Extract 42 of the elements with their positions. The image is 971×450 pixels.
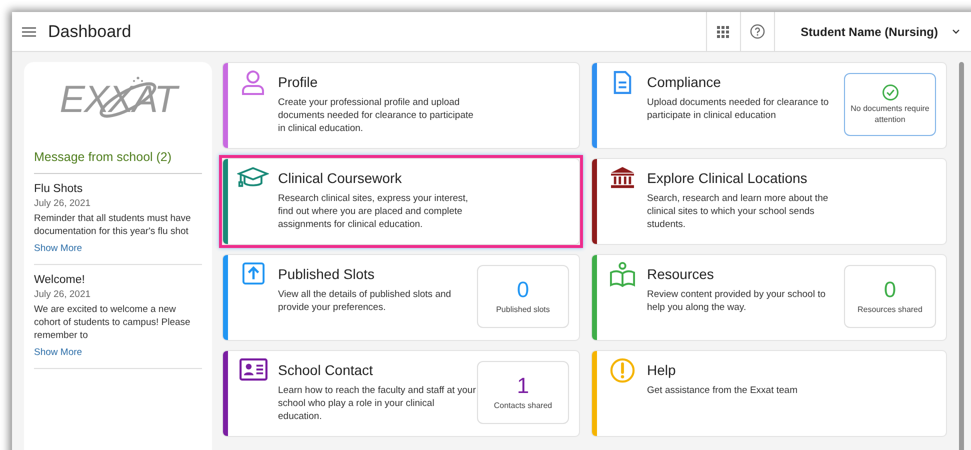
card-description: Get assistance from the Exxat team: [647, 384, 798, 397]
card-description: Research clinical sites, express your interest, find out where you are placed and complete assignments for clinical education.: [278, 192, 470, 231]
show-more-link[interactable]: Show More: [34, 347, 82, 358]
card-title: Compliance: [647, 74, 722, 90]
card-title: Published Slots: [278, 266, 376, 282]
page-title: Dashboard: [48, 22, 132, 42]
card-description: Search, research and learn more about the clinical sites to which your school sends students.: [647, 192, 830, 231]
dashboard-card[interactable]: Resources Review content provided by your school to help you along the way. 0 Resources shared: [591, 254, 947, 341]
count-label: Resources shared: [856, 304, 924, 315]
dashboard-card[interactable]: Published Slots View all the details of published slots and provide your preferences. 0 Published slots: [222, 254, 580, 341]
card-title: Explore Clinical Locations: [647, 170, 808, 186]
card-description: Create your professional profile and upload documents needed for clearance to participate in clinical education.: [278, 96, 474, 135]
card-title: Profile: [278, 74, 319, 90]
card-title: Resources: [647, 266, 715, 282]
card-title: Help: [647, 362, 677, 378]
dashboard-card[interactable]: Help Get assistance from the Exxat team: [591, 350, 947, 437]
count-value: 0: [884, 278, 896, 302]
card-description: Upload documents needed for clearance to participate in clinical education: [647, 96, 830, 122]
card-title: School Contact: [278, 362, 374, 378]
message-text: We are excited to welcome a new cohort of students to campus! Please remember to: [34, 303, 192, 342]
status-text: No documents require attention: [850, 103, 930, 125]
message-title: Flu Shots: [34, 183, 84, 195]
dashboard-card[interactable]: Clinical Coursework Research clinical sites, express your interest, find out where you are placed and complete assignments for clinical education.: [222, 158, 580, 245]
count-label: Published slots: [495, 304, 551, 315]
message-title: Welcome!: [34, 274, 86, 286]
dashboard-card[interactable]: Profile Create your professional profile and upload documents needed for clearance to participate in clinical education.: [222, 62, 580, 149]
count-value: 1: [516, 374, 530, 398]
message-text: Reminder that all students must have documentation for this year's flu shot: [34, 212, 192, 238]
message-date: July 26, 2021: [34, 198, 92, 209]
card-description: Review content provided by your school to help you along the way.: [647, 288, 826, 314]
user-menu[interactable]: Student Name (Nursing): [774, 12, 971, 51]
message-date: July 26, 2021: [34, 289, 92, 300]
card-description: Learn how to reach the faculty and staff at your school who play a role in your clinical education.: [278, 384, 477, 423]
dashboard-card[interactable]: Compliance Upload documents needed for clearance to participate in clinical education No documents require attention: [591, 62, 947, 149]
messages-heading: Message from school (2): [34, 150, 202, 174]
card-title: Clinical Coursework: [278, 170, 403, 186]
dashboard-card[interactable]: School Contact Learn how to reach the faculty and staff at your school who play a role in your clinical education. 1 Contacts shared: [222, 350, 580, 437]
count-value: 0: [516, 278, 530, 302]
dashboard-card[interactable]: Explore Clinical Locations Search, research and learn more about the clinical sites to which your school sends students.: [591, 158, 947, 245]
count-label: Contacts shared: [492, 400, 554, 411]
show-more-link[interactable]: Show More: [34, 243, 82, 254]
card-description: View all the details of published slots and provide your preferences.: [278, 288, 452, 314]
